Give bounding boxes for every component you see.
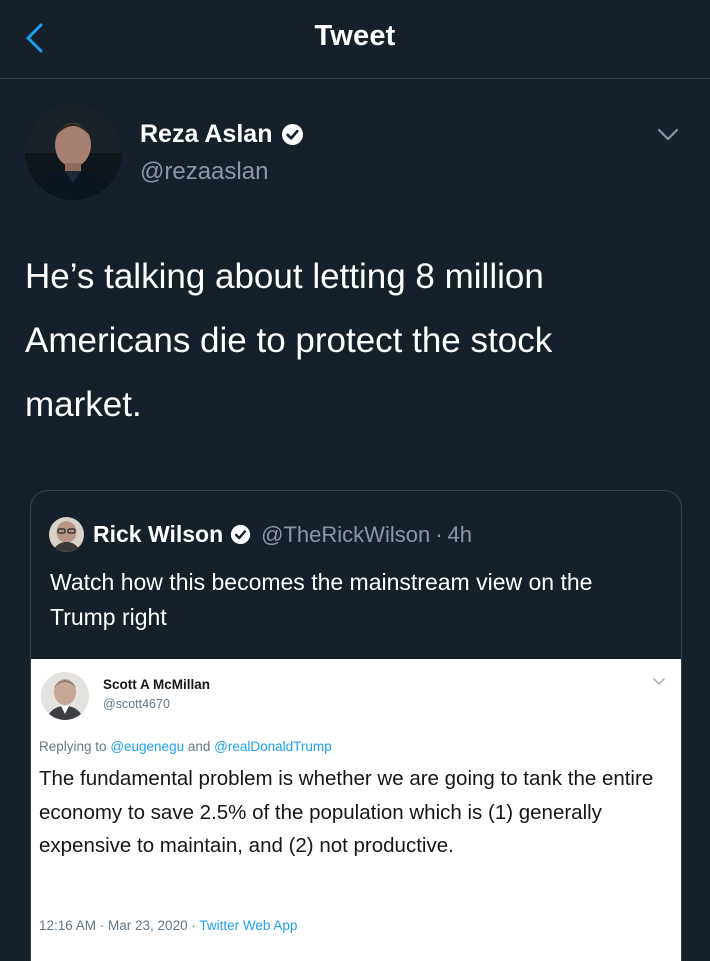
top-bar: Tweet xyxy=(0,0,710,79)
embedded-tweet-text: The fundamental problem is whether we ar… xyxy=(39,767,654,857)
embedded-timestamp: 12:16 AM · Mar 23, 2020 · xyxy=(39,918,196,933)
chevron-down-icon xyxy=(653,678,665,685)
chevron-down-icon xyxy=(657,128,679,141)
mention-link: @realDonaldTrump xyxy=(214,739,332,754)
tweet-text: He’s talking about letting 8 million Ame… xyxy=(25,257,553,424)
mention-link: @eugenegu xyxy=(110,739,185,754)
quoted-separator: · xyxy=(435,521,443,547)
quoted-author-avatar-image xyxy=(49,517,84,552)
tweet-options-button[interactable] xyxy=(651,118,685,152)
quoted-author-handle[interactable]: @TheRickWilson xyxy=(261,522,430,548)
page-title: Tweet xyxy=(314,20,396,52)
author-avatar-image xyxy=(25,103,122,200)
embedded-source-app: Twitter Web App xyxy=(199,918,298,933)
quoted-tweet-card[interactable]: Rick Wilson @TheRickWilson · 4h Watch ho… xyxy=(30,490,682,961)
embedded-tweet-screenshot[interactable]: Scott A McMillan @scott4670 Replying to … xyxy=(31,659,681,961)
author-name-row: Reza Aslan xyxy=(140,120,304,149)
author-handle[interactable]: @rezaaslan xyxy=(140,158,268,186)
embedded-author-avatar xyxy=(41,672,89,720)
quoted-author-name[interactable]: Rick Wilson xyxy=(93,521,223,548)
quoted-tweet-header: Rick Wilson @TheRickWilson · 4h xyxy=(49,517,472,552)
replying-prefix: Replying to xyxy=(39,739,107,754)
tweet-header: Reza Aslan @rezaaslan xyxy=(25,103,685,203)
mention-joiner: and xyxy=(187,739,211,754)
quoted-tweet-text: Watch how this becomes the mainstream vi… xyxy=(50,569,593,630)
author-name[interactable]: Reza Aslan xyxy=(140,120,272,149)
author-avatar[interactable] xyxy=(25,103,122,200)
quoted-timestamp[interactable]: 4h xyxy=(448,522,472,548)
embedded-tweet-meta: 12:16 AM · Mar 23, 2020 · Twitter Web Ap… xyxy=(39,918,297,933)
verified-badge-icon xyxy=(282,123,304,146)
embedded-author-handle: @scott4670 xyxy=(103,697,170,711)
embedded-author-avatar-image xyxy=(41,672,89,720)
verified-badge-icon xyxy=(231,524,251,545)
quoted-author-avatar xyxy=(49,517,84,552)
embedded-replying-to: Replying to @eugenegu and @realDonaldTru… xyxy=(39,739,332,754)
embedded-author-name: Scott A McMillan xyxy=(103,677,211,692)
